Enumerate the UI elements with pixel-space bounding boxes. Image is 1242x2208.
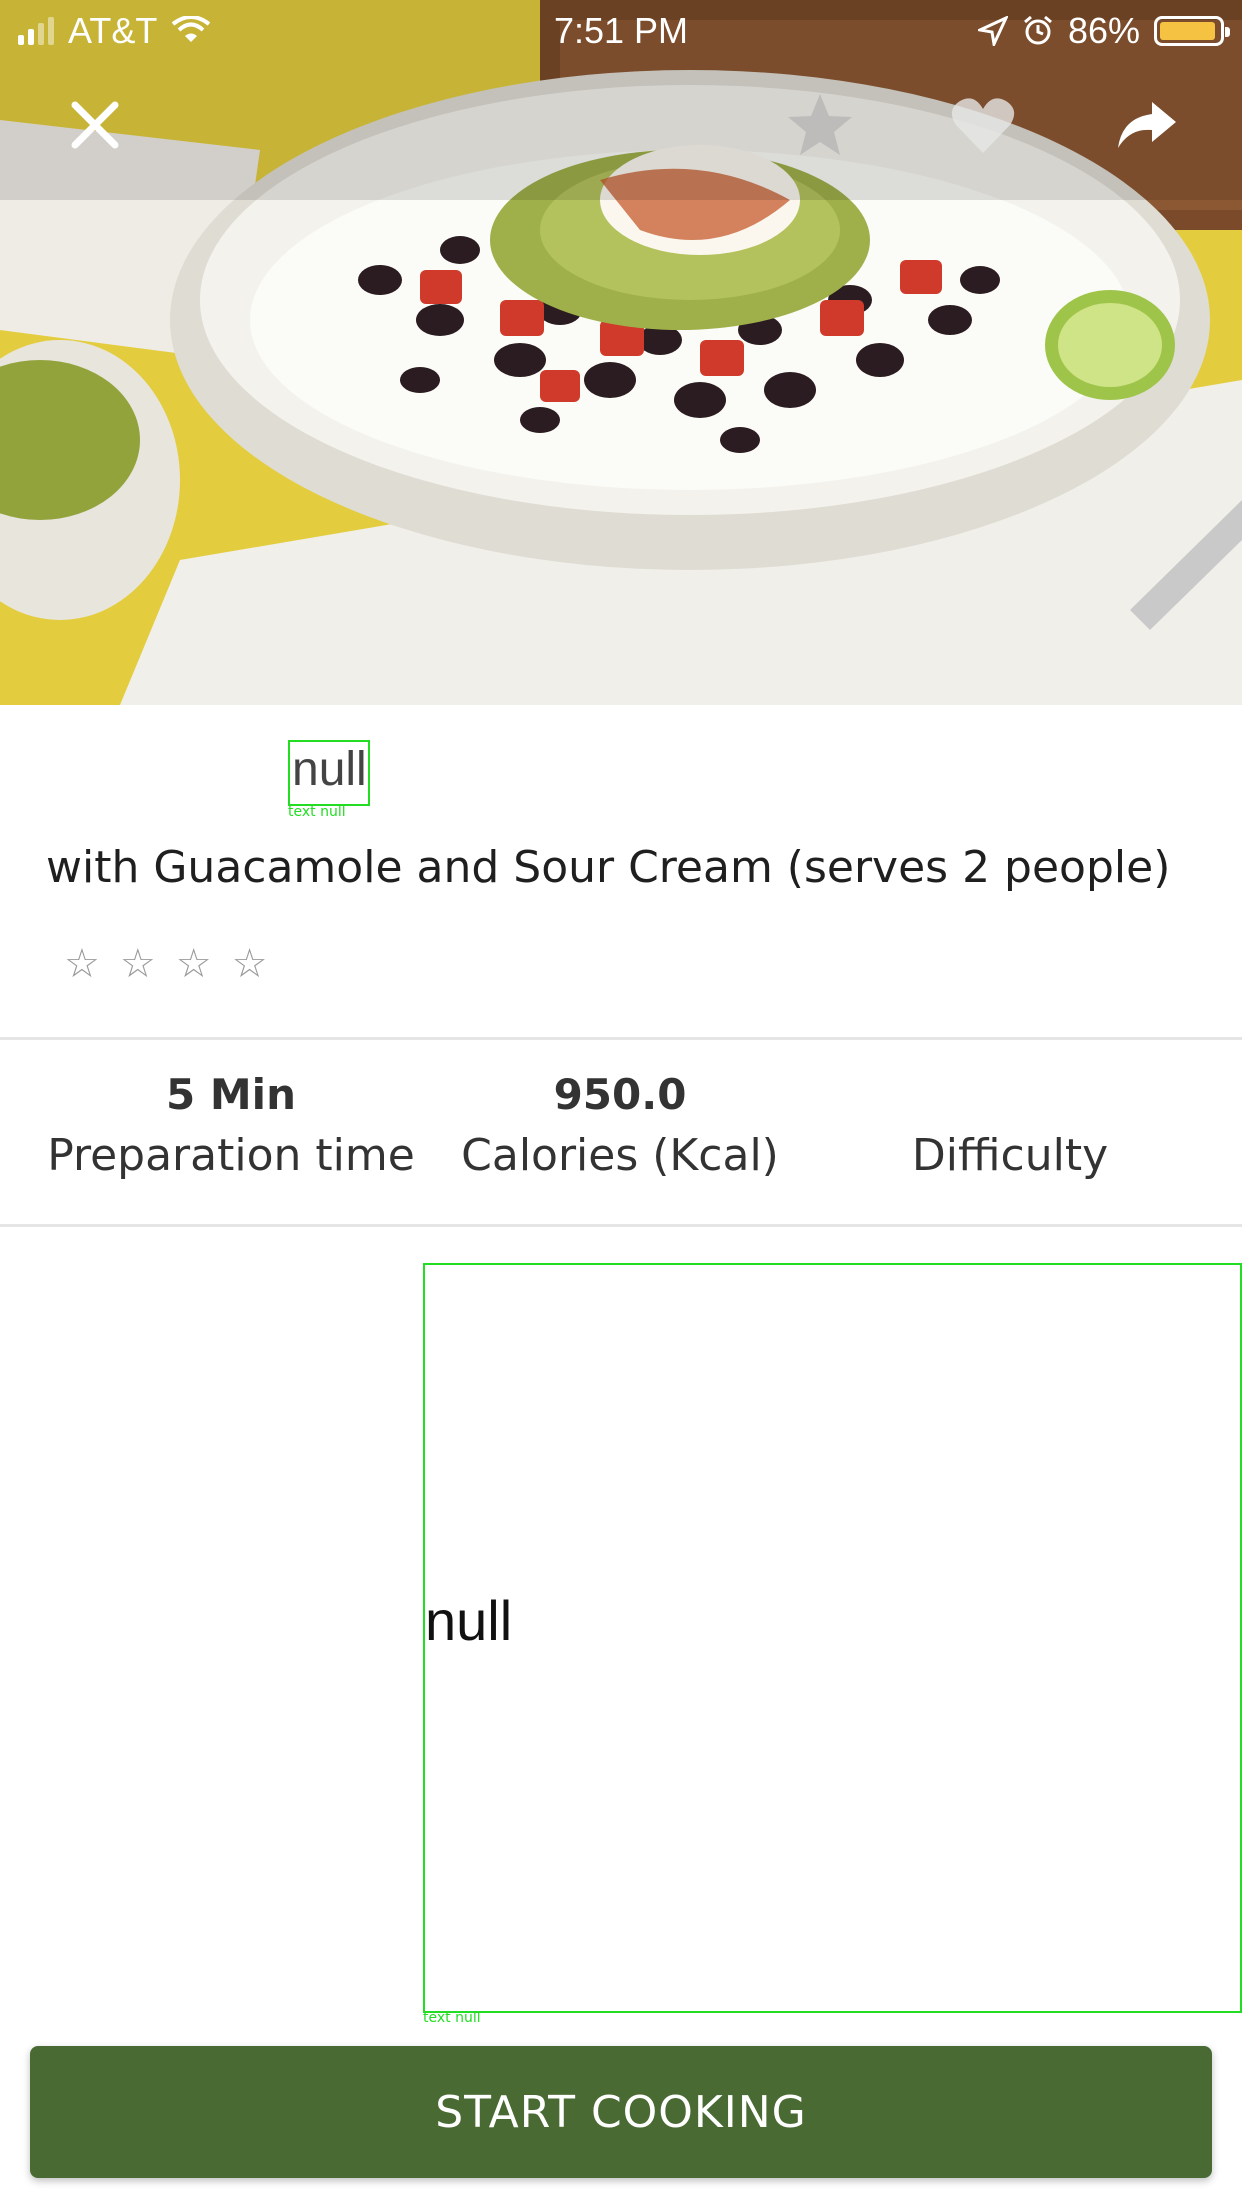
content-placeholder: null: [423, 1263, 1242, 2013]
stat-calories: 950.0 Calories (Kcal): [420, 1070, 820, 1181]
stat-preparation-label: Preparation time: [47, 1130, 415, 1181]
share-icon[interactable]: [1112, 90, 1182, 160]
recipe-title: null: [288, 740, 370, 806]
recipe-stats: 5 Min Preparation time 950.0 Calories (K…: [0, 1070, 1242, 1210]
alarm-icon: [1023, 15, 1052, 45]
stat-difficulty-value: [810, 1070, 1210, 1122]
content-null-text: null: [425, 1589, 513, 1652]
battery-icon: [1154, 16, 1230, 46]
rating-star-4[interactable]: ☆: [232, 944, 268, 984]
status-right: 86%: [977, 10, 1230, 52]
recipe-subtitle: with Guacamole and Sour Cream (serves 2 …: [46, 842, 1171, 893]
rating-star-2[interactable]: ☆: [120, 944, 156, 984]
heart-icon[interactable]: [948, 90, 1018, 160]
recipe-title-debug-tag: text null: [288, 804, 346, 820]
content-debug-tag: text null: [423, 2010, 481, 2026]
status-bar: AT&T 7:51 PM 86%: [0, 0, 1242, 62]
rating-star-1[interactable]: ☆: [64, 944, 100, 984]
location-icon: [977, 16, 1008, 46]
divider-bottom: [0, 1224, 1242, 1227]
stat-preparation-value: 5 Min: [166, 1070, 296, 1119]
stat-difficulty-label: Difficulty: [911, 1130, 1109, 1181]
stat-difficulty: Difficulty: [810, 1070, 1210, 1181]
recipe-hero-image: [0, 0, 1242, 705]
divider-top: [0, 1037, 1242, 1040]
stat-calories-label: Calories (Kcal): [461, 1130, 779, 1181]
stat-preparation: 5 Min Preparation time: [31, 1070, 431, 1181]
rating-stars[interactable]: ☆ ☆ ☆ ☆: [64, 944, 267, 984]
start-cooking-button[interactable]: START COOKING: [30, 2046, 1212, 2178]
close-icon[interactable]: [60, 90, 130, 160]
food-photo: [0, 0, 1242, 705]
stat-calories-value: 950.0: [553, 1070, 687, 1119]
battery-percent: 86%: [1067, 10, 1140, 51]
star-icon[interactable]: [785, 90, 855, 160]
rating-star-3[interactable]: ☆: [176, 944, 212, 984]
